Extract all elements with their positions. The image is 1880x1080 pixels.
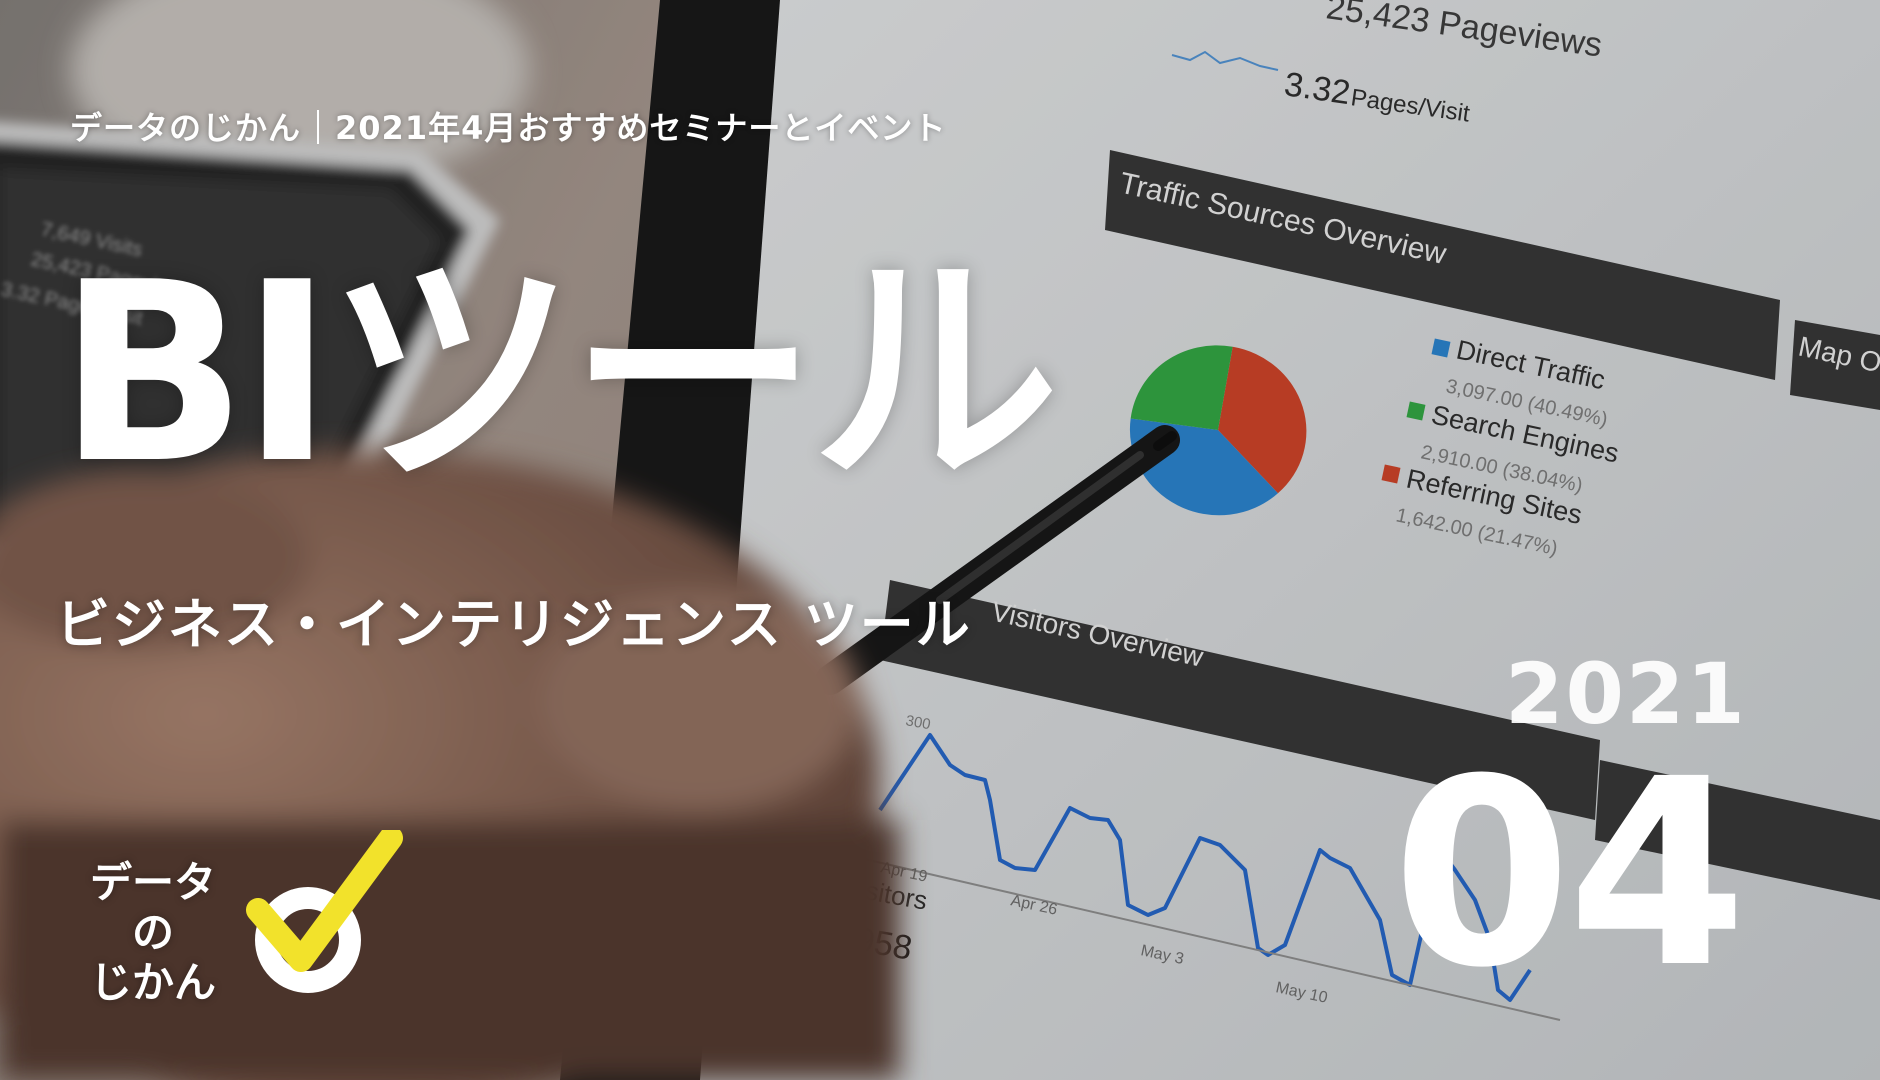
eyecatch-banner: 25,423 Pageviews 3.32 Pages/Visit Traffi… [0,0,1880,1080]
header-breadcrumb: データのじかん 2021年4月おすすめセミナーとイベント [70,103,946,149]
checkmark-icon [246,830,403,993]
month-number: 04 [1392,724,1747,1024]
logo-text: データ の じかん [78,858,228,1008]
logo-line-3: じかん [89,958,216,1007]
main-title: BIツール [58,230,1059,518]
site-name: データのじかん [70,109,302,147]
subtitle: ビジネス・インテリジェンス ツール [56,593,972,656]
header-topic: 2021年4月おすすめセミナーとイベント [335,109,947,147]
logo-line-1: データ [89,858,216,907]
brand-logo: データ の じかん [78,830,408,1030]
logo-line-2: の [131,908,174,957]
header-separator [317,110,320,144]
